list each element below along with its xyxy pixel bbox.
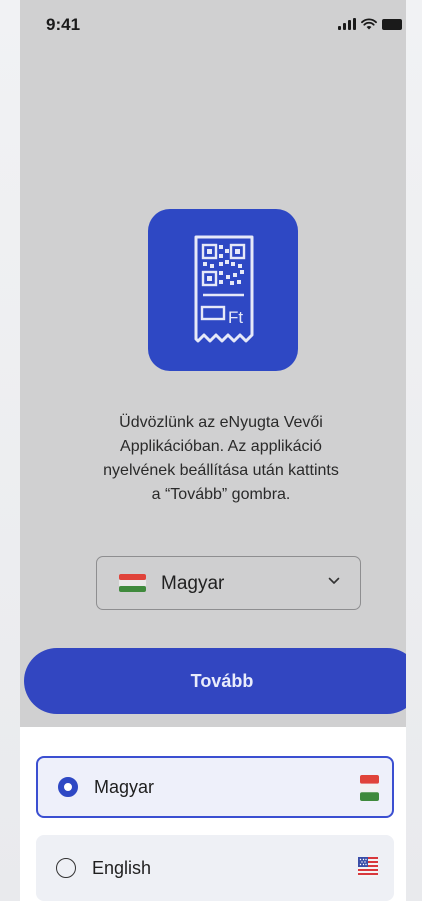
language-option-label: English xyxy=(92,858,152,878)
hungary-flag-icon xyxy=(360,775,379,801)
phone-screen: 9:41 Ft Üdvözlünk az eNyugta Vevői Appli… xyxy=(20,0,406,901)
currency-text: Ft xyxy=(228,308,244,327)
hungary-flag-icon xyxy=(119,574,146,592)
welcome-line: nyelvének beállítása után kattints xyxy=(103,462,339,479)
app-logo: Ft xyxy=(148,209,298,371)
usa-flag-icon xyxy=(358,857,378,877)
language-option-english[interactable]: English xyxy=(36,835,394,901)
chevron-down-icon xyxy=(328,577,340,584)
signal-icon xyxy=(338,18,356,30)
welcome-text: Üdvözlünk az eNyugta Vevői Applikációban… xyxy=(76,411,366,507)
welcome-line: Applikációban. Az applikáció xyxy=(120,438,322,455)
page-background-left xyxy=(0,0,20,901)
language-option-label: Magyar xyxy=(94,777,155,797)
next-button[interactable]: Tovább xyxy=(24,648,406,714)
status-time: 9:41 xyxy=(46,15,81,34)
radio-unselected-icon[interactable] xyxy=(56,858,76,878)
radio-selected-icon[interactable] xyxy=(58,777,78,797)
wifi-icon xyxy=(361,18,377,30)
battery-icon xyxy=(382,19,402,30)
page-background-right xyxy=(406,0,422,901)
language-select-value: Magyar xyxy=(161,573,225,594)
receipt-qr-icon xyxy=(194,235,254,343)
welcome-line: Üdvözlünk az eNyugta Vevői xyxy=(119,414,323,431)
language-option-magyar[interactable]: Magyar xyxy=(36,756,394,818)
welcome-line: a “Tovább” gombra. xyxy=(151,486,291,503)
language-sheet: Magyar English xyxy=(20,727,406,901)
language-select[interactable]: Magyar xyxy=(96,556,361,610)
status-icons xyxy=(338,16,402,30)
